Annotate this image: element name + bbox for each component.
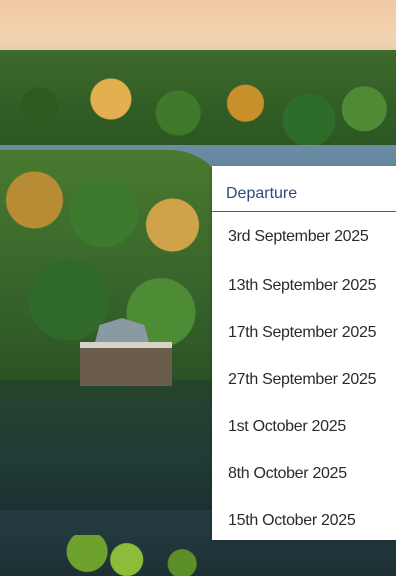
departure-option[interactable]: 27th September 2025 <box>212 356 396 403</box>
departure-options: 3rd September 2025 13th September 2025 1… <box>212 212 396 544</box>
dropdown-header[interactable]: Departure <box>212 166 396 212</box>
departure-dropdown[interactable]: Departure 3rd September 2025 13th Septem… <box>212 166 396 540</box>
departure-label: Departure <box>226 185 298 202</box>
departure-option[interactable]: 3rd September 2025 <box>212 212 396 262</box>
water-reflection <box>0 380 230 510</box>
dock <box>80 342 172 386</box>
departure-option[interactable]: 15th October 2025 <box>212 497 396 544</box>
departure-option[interactable]: 1st October 2025 <box>212 403 396 450</box>
departure-option[interactable]: 8th October 2025 <box>212 450 396 497</box>
departure-option[interactable]: 13th September 2025 <box>212 262 396 309</box>
departure-option[interactable]: 17th September 2025 <box>212 309 396 356</box>
